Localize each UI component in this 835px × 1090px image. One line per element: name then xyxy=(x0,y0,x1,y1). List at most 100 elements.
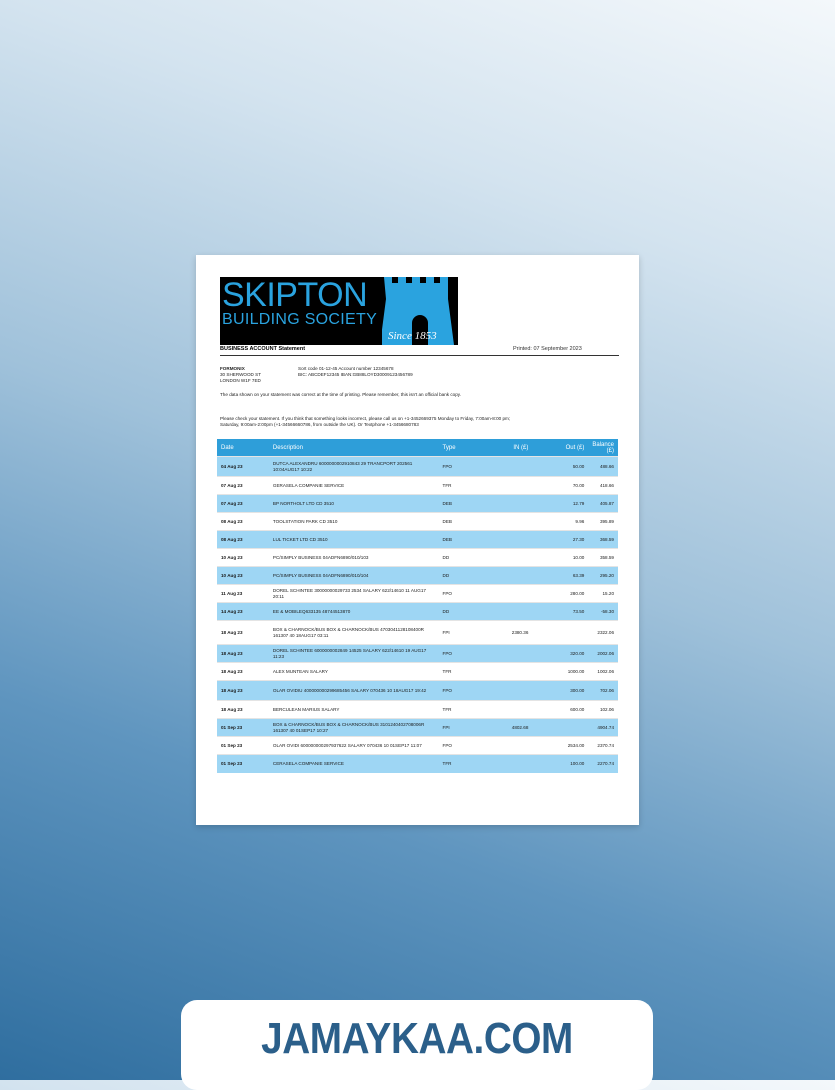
col-in: IN (£) xyxy=(484,439,533,457)
cell-type: DEB xyxy=(438,494,485,513)
cell-in-amount xyxy=(484,662,533,681)
cell-in-amount xyxy=(484,602,533,621)
cell-out-amount: 9.96 xyxy=(532,512,589,531)
cell-date: 10 Aug 23 xyxy=(217,548,269,567)
cell-date: 18 Aug 23 xyxy=(217,620,269,645)
col-date: Date xyxy=(217,439,269,457)
cell-type: FPO xyxy=(438,736,485,755)
site-name: JAMAYKAA.COM xyxy=(261,1014,573,1063)
cell-description: TOOLSTATION PARK CD 3510 xyxy=(268,512,439,531)
cell-in-amount xyxy=(484,584,533,603)
cell-date: 01 Sep 23 xyxy=(217,718,269,737)
cell-balance: 4904.74 xyxy=(588,718,618,737)
cell-date: 04 Aug 23 xyxy=(217,456,269,477)
cell-out-amount: 73.50 xyxy=(532,602,589,621)
cell-balance: 395.89 xyxy=(588,512,618,531)
table-row: 10 Aug 23 PC/SIMPLY BUSINESS 04ADFN6890/0… xyxy=(217,566,618,585)
cell-out-amount xyxy=(532,718,589,737)
cell-description: GERASELA COMPANIE SERVICE xyxy=(268,476,439,495)
table-row: 14 Aug 23 EE & MOBILEQ633135 48744513870 D… xyxy=(217,602,618,621)
check-statement-text: Please check your statement. If you thin… xyxy=(220,416,511,427)
address-line-3: LONDON W1F 7ED xyxy=(220,378,261,383)
cell-in-amount: 4802.68 xyxy=(484,718,533,737)
cell-in-amount xyxy=(484,754,533,773)
cell-type: DD xyxy=(438,602,485,621)
cell-out-amount: 280.00 xyxy=(532,584,589,603)
cell-type: FPO xyxy=(438,456,485,477)
cell-out-amount xyxy=(532,620,589,645)
cell-type: FPI xyxy=(438,718,485,737)
statement-title-row: BUSINESS ACCOUNT Statement Printed: 07 S… xyxy=(220,345,619,356)
cell-out-amount: 10.00 xyxy=(532,548,589,567)
cell-type: DD xyxy=(438,566,485,585)
cell-date: 18 Aug 23 xyxy=(217,680,269,701)
cell-description: BOX & CHARNOCK/BUS BOX & CHARNOCK/BUS 47… xyxy=(268,620,439,645)
cell-date: 10 Aug 23 xyxy=(217,566,269,585)
cell-description: CERASELA COMPANIE SERVICE xyxy=(268,754,439,773)
cell-out-amount: 70.00 xyxy=(532,476,589,495)
cell-description: LUL TICKET LTD CD 3510 xyxy=(268,530,439,549)
cell-type: TFR xyxy=(438,662,485,681)
cell-description: DOREL SCHINTEE 30000000029733 2534 SALAR… xyxy=(268,584,439,603)
cell-out-amount: 63.39 xyxy=(532,566,589,585)
col-description: Description xyxy=(268,439,439,457)
cell-balance: 2270.74 xyxy=(588,754,618,773)
skipton-logo: SKIPTON BUILDING SOCIETY Since 1853 xyxy=(220,277,458,345)
cell-description: BOX & CHARNOCK/BUS BOX & CHARNOCK/BUS 31… xyxy=(268,718,439,737)
logo-since: Since 1853 xyxy=(388,330,437,342)
cell-description: BERCULEAN MARIUS SALARY xyxy=(268,700,439,719)
cell-type: FPO xyxy=(438,680,485,701)
table-row: 08 Aug 23 TOOLSTATION PARK CD 3510 DEB 9.96… xyxy=(217,512,618,531)
cell-out-amount: 50.00 xyxy=(532,456,589,477)
cell-balance: 405.87 xyxy=(588,494,618,513)
cell-description: DOREL SCHINTEE 6000000002849 14525 SALAR… xyxy=(268,644,439,663)
customer-address: FORMONIX 30 SHERWOOD ST LONDON W1F 7ED xyxy=(220,366,261,384)
cell-balance: 2322.06 xyxy=(588,620,618,645)
logo-name: SKIPTON xyxy=(222,277,368,314)
cell-date: 01 Sep 23 xyxy=(217,736,269,755)
cell-balance: 102.06 xyxy=(588,700,618,719)
cell-in-amount xyxy=(484,530,533,549)
cell-date: 01 Sep 23 xyxy=(217,754,269,773)
cell-in-amount xyxy=(484,736,533,755)
statement-document: SKIPTON BUILDING SOCIETY Since 1853 BUSI… xyxy=(196,255,639,825)
cell-description: PC/SIMPLY BUSINESS 04ADFN6890/010/104 xyxy=(268,566,439,585)
account-details: Sort code 01-12-45 Account number 123456… xyxy=(298,366,413,378)
table-row: 18 Aug 23 BERCULEAN MARIUS SALARY TFR 600.0… xyxy=(217,700,618,719)
cell-date: 07 Aug 23 xyxy=(217,494,269,513)
col-type: Type xyxy=(438,439,485,457)
cell-balance: 418.66 xyxy=(588,476,618,495)
cell-balance: 368.59 xyxy=(588,530,618,549)
cell-out-amount: 2534.00 xyxy=(532,736,589,755)
table-row: 01 Sep 23 BOX & CHARNOCK/BUS BOX & CHARNO… xyxy=(217,718,618,737)
cell-description: PC/SIMPLY BUSINESS 04ADFN6890/010/103 xyxy=(268,548,439,567)
col-out: Out (£) xyxy=(532,439,589,457)
cell-in-amount xyxy=(484,512,533,531)
cell-balance: 1002.06 xyxy=(588,662,618,681)
cell-date: 18 Aug 23 xyxy=(217,700,269,719)
cell-type: FPO xyxy=(438,584,485,603)
cell-in-amount xyxy=(484,494,533,513)
cell-description: DUTCA ALEXANDRU 6000000002910843 29 TRAN… xyxy=(268,456,439,477)
cell-date: 14 Aug 23 xyxy=(217,602,269,621)
printed-date: Printed: 07 September 2023 xyxy=(513,346,582,352)
cell-date: 08 Aug 23 xyxy=(217,530,269,549)
table-row: 07 Aug 23 GERASELA COMPANIE SERVICE TFR 70.… xyxy=(217,476,618,495)
cell-in-amount xyxy=(484,456,533,477)
cell-type: DEB xyxy=(438,512,485,531)
cell-date: 08 Aug 23 xyxy=(217,512,269,531)
table-row: 11 Aug 23 DOREL SCHINTEE 30000000029733 2… xyxy=(217,584,618,603)
cell-balance: 2370.74 xyxy=(588,736,618,755)
cell-in-amount xyxy=(484,566,533,585)
cell-out-amount: 1000.00 xyxy=(532,662,589,681)
col-balance: Balance (£) xyxy=(588,439,618,457)
cell-in-amount xyxy=(484,700,533,719)
cell-description: OLAR OVIDIU 400000000299685456 SALARY 07… xyxy=(268,680,439,701)
cell-out-amount: 300.00 xyxy=(532,680,589,701)
cell-type: DD xyxy=(438,548,485,567)
cell-balance: 488.66 xyxy=(588,456,618,477)
cell-type: FPO xyxy=(438,644,485,663)
table-row: 18 Aug 23 ALEX MUNTEAN SALARY TFR 1000.00 10… xyxy=(217,662,618,681)
cell-out-amount: 27.30 xyxy=(532,530,589,549)
cell-type: TFR xyxy=(438,476,485,495)
